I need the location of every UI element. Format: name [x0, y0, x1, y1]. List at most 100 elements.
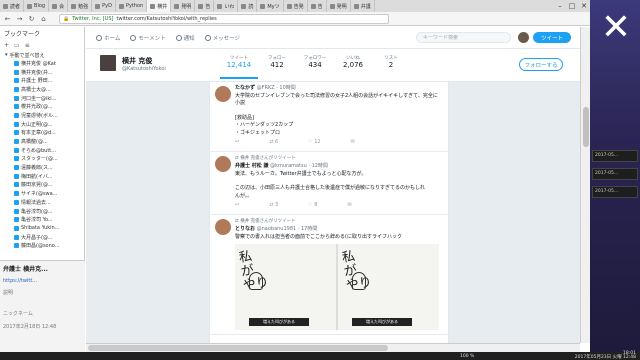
bookmark-item[interactable]: 高橋龍(@...	[0, 137, 84, 146]
browser-tab[interactable]: PyD	[92, 0, 116, 12]
back-icon[interactable]: ←	[3, 14, 12, 23]
forward-icon[interactable]: →	[15, 14, 24, 23]
browser-tab[interactable]: Myツ	[257, 0, 284, 12]
bookmark-item[interactable]: 亀谷淳司 Yo...	[0, 215, 84, 224]
browser-tab[interactable]: 読者	[0, 0, 25, 12]
tweet-button[interactable]: ツイート	[533, 32, 571, 43]
bookmark-item[interactable]: 亀谷淳司(@...	[0, 207, 84, 216]
profile-stat[interactable]: ツイート 12,414	[220, 55, 258, 79]
browser-tab[interactable]: Blog	[24, 0, 50, 12]
bookmark-item[interactable]: 櫻井光政(@...	[0, 102, 84, 111]
menu-icon[interactable]: ≡	[25, 42, 30, 49]
url-bar[interactable]: 🔒 Twitter, Inc. [US] twitter.com/Katsuto…	[59, 13, 389, 24]
tweet-handle[interactable]: @naobanu1981 · 17時間	[257, 226, 318, 232]
follow-button[interactable]: フォローする	[519, 58, 563, 71]
like-action[interactable]: ♡ 8	[308, 202, 317, 210]
browser-tab[interactable]: 横井	[147, 0, 172, 12]
home-icon[interactable]: ⌂	[39, 14, 48, 23]
retweet-action[interactable]: ⇄ 3	[269, 202, 278, 210]
profile-handle[interactable]: @KatsutoshiYokoi	[122, 66, 166, 72]
bookmark-item[interactable]: サイネ(@swa...	[0, 189, 84, 198]
bookmark-item[interactable]: 弁護士 野田...	[0, 76, 84, 85]
message-icon[interactable]: ✉	[351, 139, 355, 147]
reply-icon[interactable]: ↩	[235, 202, 239, 210]
minimize-icon[interactable]: –	[554, 0, 566, 12]
search-input[interactable]: キーワード検索	[416, 32, 511, 43]
tweet[interactable]: たなかず @FRKZ · 10時間 大学院のセブンイレブンで会った司法修習の女子2…	[210, 82, 448, 152]
folder-icon[interactable]: ▭	[14, 42, 20, 49]
browser-tab[interactable]: 告	[308, 0, 327, 12]
scrollbar-thumb[interactable]	[88, 345, 388, 351]
sidebar-folder[interactable]: ▾ 手動で並べ替え	[0, 51, 84, 59]
browser-tab[interactable]: 告発	[284, 0, 308, 12]
tweet-author[interactable]: とりなお	[235, 226, 255, 232]
bookmark-item[interactable]: 高橋士大@...	[0, 85, 84, 94]
browser-tab[interactable]: 発明	[327, 0, 351, 12]
message-icon[interactable]: ✉	[347, 202, 351, 210]
profile-stat[interactable]: リスト 2	[372, 55, 410, 79]
browser-tab[interactable]: 発明	[171, 0, 196, 12]
profile-stat[interactable]: フォロワー 434	[296, 55, 334, 79]
browser-tab[interactable]: 読	[238, 0, 258, 12]
browser-tab[interactable]: 勉強	[68, 0, 93, 12]
tweet-handle[interactable]: @kmuramatsu · 12時間	[270, 163, 328, 169]
bookmark-item[interactable]: 遠藤義郎(ス...	[0, 163, 84, 172]
retweet-action[interactable]: ⇄ 6	[269, 139, 278, 147]
nav-moments[interactable]: モーメント	[130, 34, 166, 42]
bird-icon	[14, 173, 19, 179]
bookmark-item[interactable]: 藤田京晃(@...	[0, 181, 84, 190]
zoom-level[interactable]: 100 %	[460, 354, 474, 359]
media-image[interactable]: 私がやり 増えた叫びがある	[338, 244, 439, 330]
close-icon[interactable]: ✕	[578, 0, 590, 12]
desktop-widget[interactable]: 2017-05...	[592, 150, 638, 162]
clock[interactable]: 18:01 2017年05月23日 火曜 12:48	[575, 351, 636, 360]
avatar[interactable]	[518, 32, 529, 43]
bookmark-item[interactable]: 藤田昌(@sono...	[0, 241, 84, 250]
profile-avatar[interactable]	[98, 53, 118, 73]
nav-notifications[interactable]: 通知	[175, 34, 195, 42]
nav-messages[interactable]: メッセージ	[204, 34, 240, 42]
bookmark-item[interactable]: 梅田航(イバ...	[0, 172, 84, 181]
horizontal-scrollbar[interactable]	[86, 343, 580, 352]
bookmark-item[interactable]: 河口圭一@iki...	[0, 94, 84, 103]
add-icon[interactable]: +	[4, 42, 9, 49]
tweet-avatar[interactable]	[215, 218, 231, 235]
tweet-avatar[interactable]	[215, 155, 231, 172]
profile-name[interactable]: 横井 克俊	[122, 56, 152, 66]
nav-home[interactable]: ホーム	[96, 34, 120, 42]
tweet-author[interactable]: 弁護士 村松 謙	[235, 163, 268, 169]
scrollbar-thumb[interactable]	[583, 107, 589, 147]
desktop-widget[interactable]: 2017-05...	[592, 186, 638, 198]
tweet[interactable]: ⇄ 横井 克俊さんがリツイート 弁護士 村松 謙 @kmuramatsu · 12…	[210, 152, 448, 215]
bookmark-item[interactable]: 大山正明(@...	[0, 120, 84, 129]
vertical-scrollbar[interactable]	[580, 27, 590, 343]
panel-link[interactable]: https://twitt...	[3, 278, 82, 284]
like-action[interactable]: ♡ 12	[308, 139, 320, 147]
bookmark-item[interactable]: 児童虐待(ボル...	[0, 111, 84, 120]
browser-tab[interactable]: 弁護	[351, 0, 375, 12]
maximize-icon[interactable]: □	[566, 0, 578, 12]
reload-icon[interactable]: ↻	[27, 14, 36, 23]
profile-stat[interactable]: いいね 2,076	[334, 55, 372, 79]
bookmark-item[interactable]: そらめ@butt...	[0, 146, 84, 155]
tweet-author[interactable]: たなかず	[235, 85, 255, 91]
desktop-widget[interactable]: 2017-05...	[592, 168, 638, 180]
bookmark-item[interactable]: Shibata Yukin...	[0, 224, 84, 233]
bookmark-item[interactable]: 大月昌子(@...	[0, 233, 84, 242]
reply-icon[interactable]: ↩	[235, 139, 239, 147]
bookmark-item[interactable]: スタッター(@...	[0, 155, 84, 164]
browser-tab[interactable]: いわ	[214, 0, 239, 12]
bookmark-item[interactable]: 横井克俊(弁...	[0, 68, 84, 77]
browser-tab[interactable]: 告	[195, 0, 215, 12]
browser-tab[interactable]: 会	[49, 0, 69, 12]
bookmark-item[interactable]: 有本正章(@d...	[0, 129, 84, 138]
tweet[interactable]: ⇄ 横井 克俊さんがリツイート とりなお @naobanu1981 · 17時間警…	[210, 215, 448, 335]
bookmark-item[interactable]: 情報法過去...	[0, 198, 84, 207]
tweet-avatar[interactable]	[215, 86, 231, 102]
browser-tab[interactable]: Python	[116, 0, 148, 12]
profile-stat[interactable]: フォロー 412	[258, 55, 296, 79]
bookmark-item[interactable]: 横井克俊 @Kat	[0, 59, 84, 68]
tweet-media[interactable]: 私がやり 増えた叫びがある私がやり 増えた叫びがある	[235, 244, 439, 330]
tweet-handle[interactable]: @FRKZ · 10時間	[257, 85, 296, 91]
media-image[interactable]: 私がやり 増えた叫びがある	[235, 244, 336, 330]
